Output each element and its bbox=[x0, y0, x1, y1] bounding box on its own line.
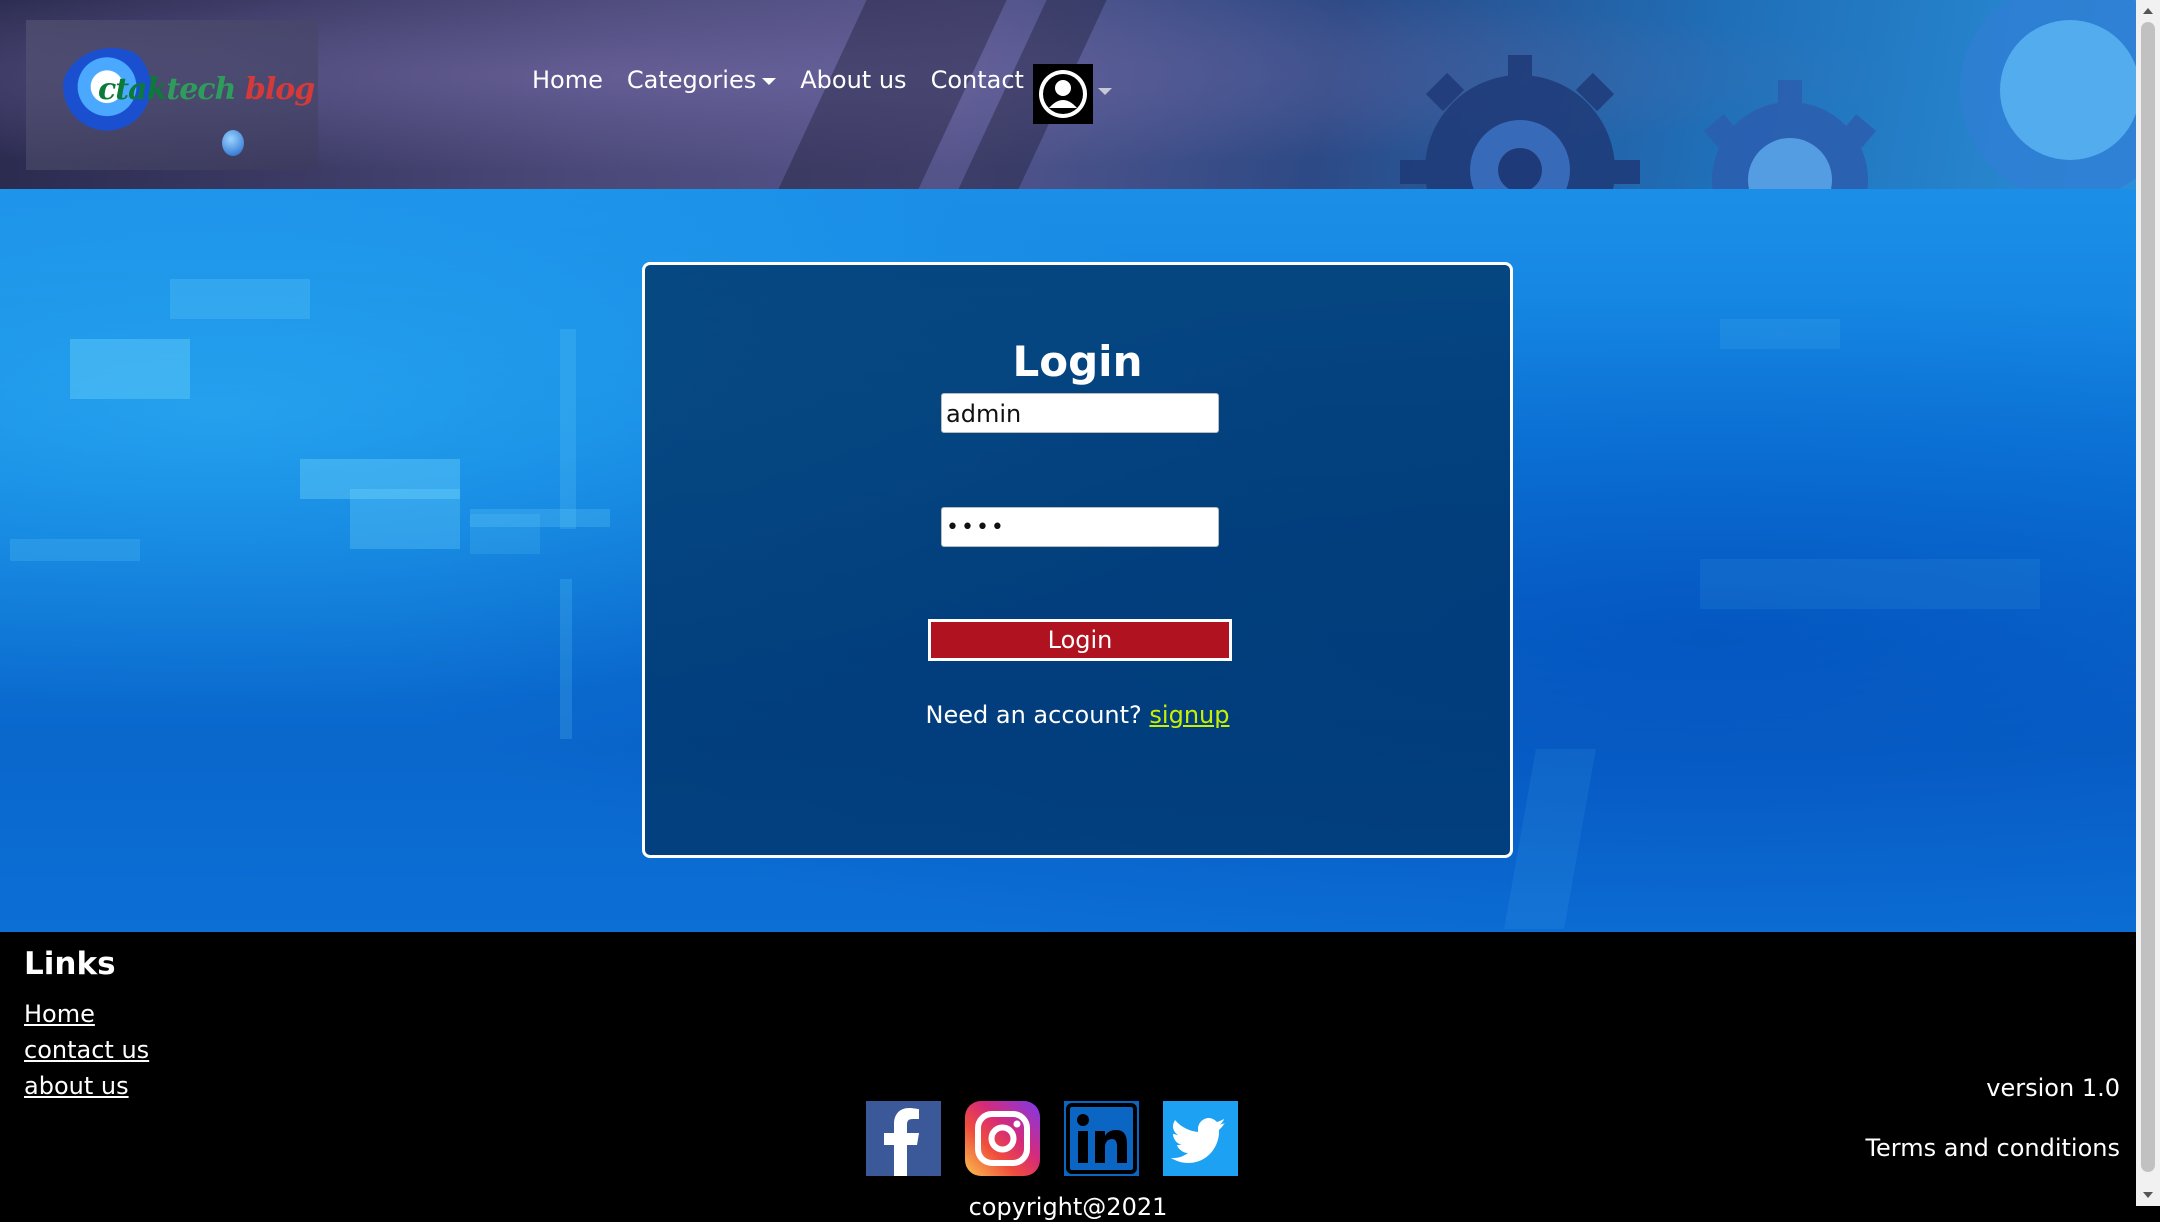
site-footer: Links Home contact us about us version 1… bbox=[0, 932, 2136, 1221]
nav-categories-label: Categories bbox=[626, 66, 757, 94]
footer-link-home[interactable]: Home bbox=[24, 996, 149, 1032]
linkedin-icon[interactable] bbox=[1064, 1101, 1139, 1176]
scroll-up-icon[interactable] bbox=[2143, 8, 2153, 14]
instagram-icon[interactable] bbox=[965, 1101, 1040, 1176]
nav-about[interactable]: About us bbox=[800, 66, 906, 94]
facebook-icon[interactable] bbox=[866, 1101, 941, 1176]
need-account-text: Need an account? bbox=[925, 701, 1142, 729]
password-field[interactable]: •••• bbox=[941, 507, 1219, 547]
terms-link[interactable]: Terms and conditions bbox=[1865, 1134, 2120, 1162]
site-logo[interactable]: ctaktech blog bbox=[26, 20, 318, 170]
site-header: ctaktech blog Home Categories About us C… bbox=[0, 0, 2136, 189]
footer-link-about[interactable]: about us bbox=[24, 1068, 149, 1104]
social-links bbox=[866, 1101, 1262, 1176]
page-scrollbar[interactable] bbox=[2136, 0, 2160, 1206]
copyright-text: copyright@2021 bbox=[968, 1193, 1168, 1221]
username-field[interactable]: admin bbox=[941, 393, 1219, 433]
gear-icon bbox=[1960, 0, 2136, 189]
scroll-down-icon[interactable] bbox=[2143, 1192, 2153, 1198]
login-section: Login admin •••• Login Need an account? … bbox=[0, 189, 2136, 932]
footer-links: Home contact us about us bbox=[24, 996, 149, 1104]
main-nav: Home Categories About us Contact us bbox=[532, 66, 1083, 94]
user-avatar-icon bbox=[1039, 70, 1087, 118]
chevron-down-icon bbox=[762, 77, 777, 85]
nav-categories[interactable]: Categories bbox=[626, 66, 777, 94]
footer-link-contact[interactable]: contact us bbox=[24, 1032, 149, 1068]
login-button[interactable]: Login bbox=[928, 619, 1232, 661]
signup-prompt: Need an account? signup bbox=[645, 701, 1510, 729]
gear-icon bbox=[1703, 80, 1877, 189]
logo-drop-icon bbox=[222, 130, 244, 156]
nav-home[interactable]: Home bbox=[532, 66, 603, 94]
footer-links-title: Links bbox=[24, 946, 116, 982]
signup-link[interactable]: signup bbox=[1149, 701, 1229, 729]
login-title: Login bbox=[1012, 337, 1143, 386]
version-text: version 1.0 bbox=[1986, 1074, 2120, 1102]
logo-text: ctaktech blog bbox=[98, 72, 315, 107]
gear-icon bbox=[1400, 55, 1640, 189]
scrollbar-thumb[interactable] bbox=[2141, 22, 2155, 1172]
chevron-down-icon[interactable] bbox=[1098, 88, 1112, 95]
login-card: Login admin •••• Login Need an account? … bbox=[642, 262, 1513, 858]
profile-menu-button[interactable] bbox=[1033, 64, 1093, 124]
twitter-icon[interactable] bbox=[1163, 1101, 1238, 1176]
